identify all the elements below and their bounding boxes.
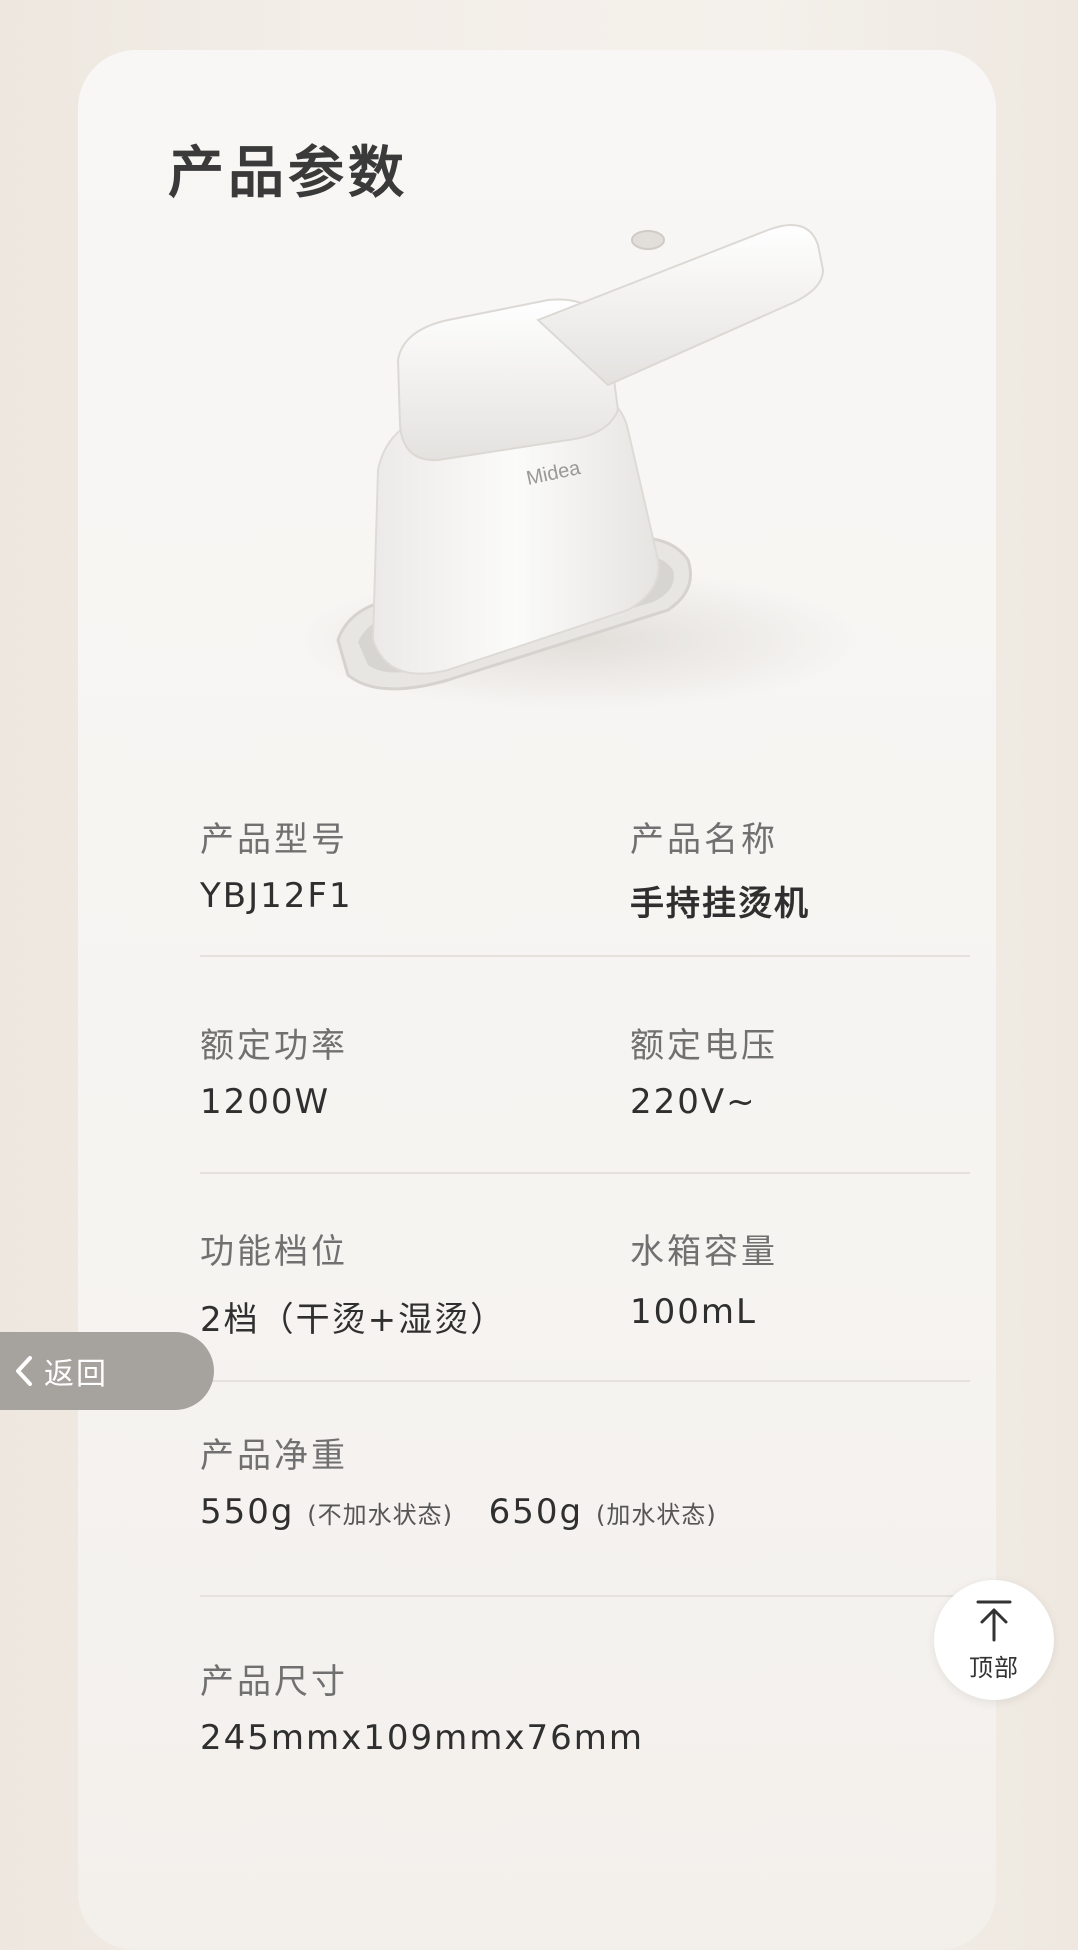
spec-value-model: YBJ12F1 xyxy=(200,876,353,916)
spec-label-weight: 产品净重 xyxy=(200,1436,348,1476)
divider xyxy=(200,1380,970,1382)
scroll-top-button[interactable]: 顶部 xyxy=(934,1580,1054,1700)
divider xyxy=(200,1595,970,1597)
weight-dry-note: (不加水状态) xyxy=(307,1501,454,1529)
spec-label-voltage: 额定电压 xyxy=(630,1026,778,1066)
spec-label-size: 产品尺寸 xyxy=(200,1662,348,1702)
weight-wet-value: 650g xyxy=(488,1492,584,1532)
arrow-up-icon xyxy=(976,1600,1012,1641)
back-button[interactable]: 返回 xyxy=(0,1332,214,1410)
spec-value-size: 245mmx109mmx76mm xyxy=(200,1718,645,1758)
spec-value-modes: 2档（干烫+湿烫） xyxy=(200,1300,507,1340)
chevron-left-icon xyxy=(16,1356,32,1386)
spec-value-tank: 100mL xyxy=(630,1292,757,1332)
weight-dry-value: 550g xyxy=(200,1492,295,1532)
spec-label-name: 产品名称 xyxy=(630,820,778,860)
spec-value-power: 1200W xyxy=(200,1082,331,1122)
divider xyxy=(200,955,970,957)
scroll-top-label: 顶部 xyxy=(969,1653,1019,1682)
spec-label-tank: 水箱容量 xyxy=(630,1232,778,1272)
spec-label-power: 额定功率 xyxy=(200,1026,348,1066)
product-image: Midea xyxy=(308,224,858,710)
spec-value-name: 手持挂烫机 xyxy=(630,884,810,924)
weight-wet-note: (加水状态) xyxy=(595,1501,717,1529)
spec-label-model: 产品型号 xyxy=(200,820,348,860)
spec-card: 产品参数 Midea 产品型号 YBJ12F1 产品名称 手持挂烫机 额定功率 … xyxy=(78,50,996,1950)
divider xyxy=(200,1172,970,1174)
spec-value-voltage: 220V~ xyxy=(630,1082,757,1122)
spec-value-weight: 550g (不加水状态) 650g (加水状态) xyxy=(200,1492,717,1532)
back-button-label: 返回 xyxy=(44,1357,108,1392)
spec-label-modes: 功能档位 xyxy=(200,1232,348,1272)
